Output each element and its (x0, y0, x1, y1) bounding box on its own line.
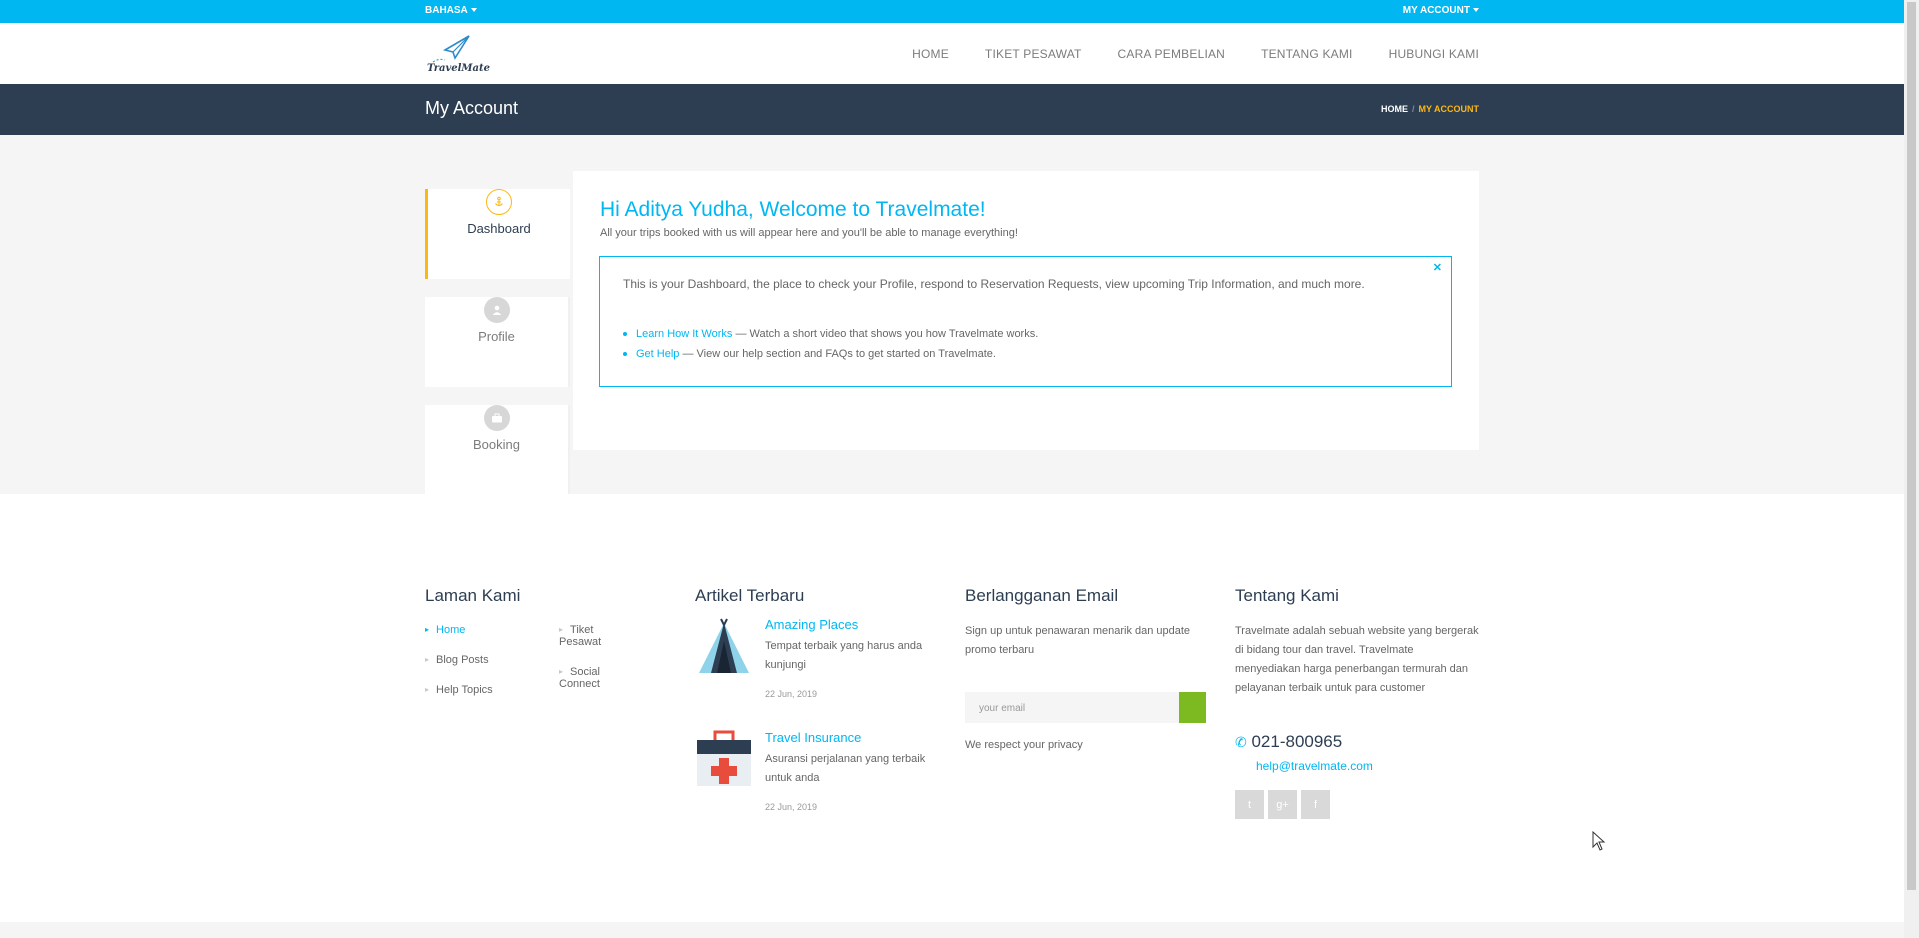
nav-home[interactable]: HOME (912, 47, 949, 61)
welcome-heading: Hi Aditya Yudha, Welcome to Travelmate! (600, 198, 986, 221)
footer-heading: Tentang Kami (1235, 586, 1339, 605)
tab-booking[interactable]: Booking (425, 405, 570, 495)
close-icon[interactable]: ✕ (1433, 261, 1442, 274)
tab-dashboard[interactable]: Dashboard (425, 189, 570, 279)
site-header: TravelMate HOME TIKET PESAWAT CARA PEMBE… (0, 23, 1919, 84)
footer-link-help-topics[interactable]: Help Topics (425, 684, 493, 696)
article-desc: Tempat terbaik yang harus anda kunjungi (765, 640, 923, 671)
user-icon (483, 297, 510, 323)
footer-bottom-band (0, 922, 1904, 938)
list-item-text: — View our help section and FAQs to get … (679, 348, 996, 360)
top-bar: BAHASA MY ACCOUNT (0, 0, 1919, 23)
page-title-bar: My Account HOME / MY ACCOUNT (0, 84, 1919, 135)
mouse-cursor-icon (1592, 831, 1606, 851)
tab-profile[interactable]: Profile (425, 297, 570, 387)
footer-link-blog-posts[interactable]: Blog Posts (425, 654, 493, 666)
footer-heading: Artikel Terbaru (695, 586, 805, 605)
footer-pages: Laman Kami Home Blog Posts Help Topics T… (425, 586, 601, 696)
footer-link-tiket-pesawat[interactable]: Tiket Pesawat (559, 624, 601, 648)
article-date: 22 Jun, 2019 (765, 802, 818, 812)
breadcrumb-current: MY ACCOUNT (1418, 104, 1480, 114)
newsletter-desc: Sign up untuk penawaran menarik dan upda… (965, 625, 1191, 656)
page-title: My Account (425, 98, 519, 118)
language-label: BAHASA (425, 5, 468, 16)
list-item: Learn How It Works — Watch a short video… (623, 328, 1038, 340)
anchor-icon (486, 189, 512, 215)
footer-about: Tentang Kami Travelmate adalah sebuah we… (1235, 586, 1479, 819)
social-icons: t g+ f (1235, 790, 1335, 819)
list-item-text: — Watch a short video that shows you how… (732, 328, 1039, 340)
nav-tentang-kami[interactable]: TENTANG KAMI (1261, 47, 1353, 61)
tab-label: Booking (473, 437, 520, 452)
email-placeholder: your email (979, 703, 1026, 714)
caret-down-icon (1473, 8, 1479, 13)
email-field[interactable]: your email (965, 692, 1206, 723)
language-dropdown[interactable]: BAHASA (425, 5, 477, 16)
article-title[interactable]: Amazing Places (765, 617, 858, 632)
phone-line: ✆ 021-800965 (1235, 732, 1479, 752)
page-scrollbar[interactable] (1904, 0, 1919, 938)
dashboard-panel: Hi Aditya Yudha, Welcome to Travelmate! … (573, 171, 1479, 450)
tab-label: Dashboard (467, 221, 531, 236)
list-item: Get Help — View our help section and FAQ… (623, 348, 1038, 360)
account-content: Dashboard Profile Booking Hi Aditya Yudh… (425, 171, 1479, 495)
footer-articles: Artikel Terbaru Amazing Places Tempat te… (695, 586, 935, 812)
my-account-label: MY ACCOUNT (1402, 5, 1470, 16)
footer-newsletter: Berlangganan Email Sign up untuk penawar… (965, 586, 1206, 751)
caret-down-icon (470, 8, 477, 13)
facebook-icon[interactable]: f (1301, 790, 1330, 819)
learn-how-link[interactable]: Learn How It Works (636, 328, 732, 340)
contact-email[interactable]: help@travelmate.com (1256, 759, 1456, 773)
footer-links-col1: Home Blog Posts Help Topics (425, 624, 493, 714)
footer-links-col2: Tiket Pesawat Social Connect (559, 624, 601, 708)
phone-number: 021-800965 (1251, 732, 1343, 751)
twitter-icon[interactable]: t (1235, 790, 1264, 819)
logo-text: TravelMate (427, 63, 490, 74)
first-aid-kit-icon[interactable] (695, 730, 753, 788)
get-help-link[interactable]: Get Help (636, 348, 679, 360)
main-nav: HOME TIKET PESAWAT CARA PEMBELIAN TENTAN… (912, 47, 1479, 61)
googleplus-icon[interactable]: g+ (1268, 790, 1297, 819)
breadcrumb: HOME / MY ACCOUNT (1381, 104, 1479, 114)
footer-heading: Laman Kami (425, 586, 521, 605)
dashboard-notice: ✕ This is your Dashboard, the place to c… (599, 256, 1452, 387)
footer-heading: Berlangganan Email (965, 586, 1119, 605)
welcome-subtitle: All your trips booked with us will appea… (600, 227, 1018, 239)
briefcase-icon (483, 405, 510, 431)
article-title[interactable]: Travel Insurance (765, 730, 861, 745)
site-footer: Laman Kami Home Blog Posts Help Topics T… (0, 494, 1904, 922)
notice-list: Learn How It Works — Watch a short video… (623, 328, 1038, 368)
breadcrumb-home[interactable]: HOME (1381, 104, 1408, 114)
notice-text: This is your Dashboard, the place to che… (623, 277, 1365, 291)
paper-plane-icon (432, 35, 470, 63)
phone-icon: ✆ (1235, 734, 1247, 750)
breadcrumb-separator: / (1411, 104, 1415, 114)
my-account-dropdown[interactable]: MY ACCOUNT (1403, 5, 1479, 16)
footer-link-home[interactable]: Home (425, 624, 493, 636)
nav-tiket-pesawat[interactable]: TIKET PESAWAT (985, 47, 1082, 61)
article-desc: Asuransi perjalanan yang terbaik untuk a… (765, 753, 926, 784)
site-logo[interactable]: TravelMate (425, 32, 490, 76)
article-date: 22 Jun, 2019 (765, 689, 818, 699)
privacy-note: We respect your privacy (965, 739, 1083, 751)
subscribe-button[interactable] (1179, 692, 1206, 723)
account-tabs: Dashboard Profile Booking (425, 171, 570, 499)
footer-link-social-connect[interactable]: Social Connect (559, 666, 601, 690)
tent-icon[interactable] (695, 617, 753, 675)
about-desc: Travelmate adalah sebuah website yang be… (1235, 625, 1479, 694)
nav-hubungi-kami[interactable]: HUBUNGI KAMI (1389, 47, 1479, 61)
tab-label: Profile (478, 329, 515, 344)
scrollbar-thumb[interactable] (1907, 2, 1916, 890)
nav-cara-pembelian[interactable]: CARA PEMBELIAN (1118, 47, 1226, 61)
